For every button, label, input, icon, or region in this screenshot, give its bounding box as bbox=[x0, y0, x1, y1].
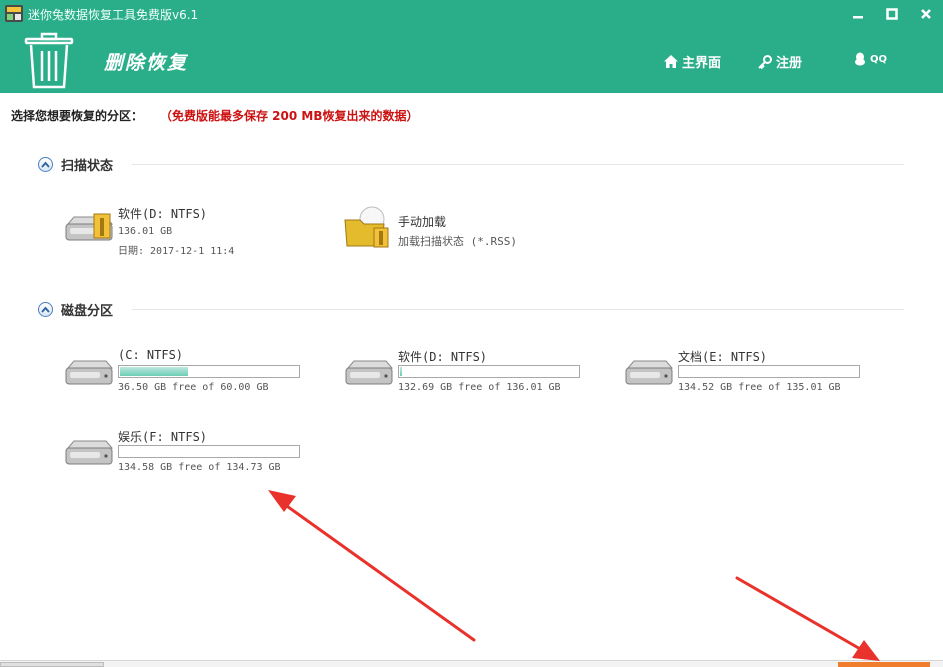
app-header: 删除恢复 主界面 注册 QQ bbox=[0, 28, 943, 93]
scan-item-size: 136.01 GB bbox=[118, 226, 173, 237]
home-icon bbox=[664, 55, 678, 68]
usage-bar-fill bbox=[120, 367, 189, 376]
partition-name: 文档(E: NTFS) bbox=[678, 350, 768, 364]
nav-register-label: 注册 bbox=[776, 56, 803, 71]
partition-name: 软件(D: NTFS) bbox=[398, 350, 488, 364]
partition-usage-bar bbox=[398, 365, 580, 378]
disk-partition-title: 磁盘分区 bbox=[61, 303, 114, 319]
partition-c[interactable]: (C: NTFS) 36.50 GB free of 60.00 GB bbox=[64, 348, 304, 393]
scan-section-collapse-toggle[interactable] bbox=[38, 156, 53, 172]
disk-section-collapse-toggle[interactable] bbox=[38, 301, 53, 317]
partition-usage-text: 134.52 GB free of 135.01 GB bbox=[678, 382, 841, 393]
partition-usage-bar bbox=[118, 445, 300, 458]
folder-with-disc-icon bbox=[344, 206, 389, 248]
key-icon bbox=[758, 54, 772, 69]
annotation-arrows bbox=[268, 490, 880, 661]
manual-load-title: 手动加载 bbox=[398, 215, 447, 229]
partition-usage-text: 134.58 GB free of 134.73 GB bbox=[118, 462, 281, 473]
scan-status-title: 扫描状态 bbox=[61, 158, 114, 174]
nav-qq-label: QQ bbox=[870, 53, 888, 65]
minimize-icon bbox=[853, 16, 863, 19]
annotation-arrow-next-button bbox=[735, 576, 880, 661]
nav-home-button[interactable]: 主界面 bbox=[664, 52, 721, 71]
next-button[interactable] bbox=[838, 662, 930, 667]
select-partition-label: 选择您想要恢复的分区： bbox=[11, 109, 144, 123]
partition-d[interactable]: 软件(D: NTFS) 132.69 GB free of 136.01 GB bbox=[344, 348, 584, 393]
hard-drive-icon bbox=[65, 440, 114, 465]
close-button[interactable] bbox=[914, 4, 938, 24]
chevron-up-icon bbox=[41, 306, 50, 313]
manual-load-desc: 加载扫描状态 (*.RSS) bbox=[398, 235, 517, 248]
hard-drive-icon bbox=[345, 360, 394, 385]
partition-e[interactable]: 文档(E: NTFS) 134.52 GB free of 135.01 GB bbox=[624, 348, 864, 393]
title-bar: 迷你兔数据恢复工具免费版v6.1 bbox=[0, 0, 943, 28]
trash-bin-icon bbox=[24, 32, 74, 89]
minimize-button[interactable] bbox=[846, 4, 870, 24]
annotation-arrow-partitions bbox=[268, 490, 476, 642]
partition-name: (C: NTFS) bbox=[118, 348, 184, 362]
partition-usage-text: 132.69 GB free of 136.01 GB bbox=[398, 382, 561, 393]
hard-drive-icon bbox=[625, 360, 674, 385]
partition-usage-bar bbox=[118, 365, 300, 378]
hard-drive-icon bbox=[65, 360, 114, 385]
chevron-up-icon bbox=[41, 161, 50, 168]
nav-home-label: 主界面 bbox=[682, 56, 722, 71]
free-version-note: （免费版能最多保存 200 MB恢复出来的数据） bbox=[160, 109, 419, 123]
nav-register-button[interactable]: 注册 bbox=[758, 52, 802, 71]
scan-item-date: 日期: 2017-12-1 11:4 bbox=[118, 246, 235, 257]
maximize-icon bbox=[886, 8, 898, 20]
partition-name: 娱乐(F: NTFS) bbox=[118, 430, 208, 444]
back-button[interactable] bbox=[0, 662, 104, 667]
nav-qq-button[interactable]: QQ bbox=[854, 52, 887, 66]
usage-bar-fill bbox=[400, 367, 403, 376]
scan-item-name: 软件(D: NTFS) bbox=[118, 207, 208, 221]
bottom-toolbar bbox=[0, 660, 943, 667]
manual-load-item[interactable]: 手动加载 加载扫描状态 (*.RSS) bbox=[344, 206, 564, 250]
maximize-button[interactable] bbox=[880, 4, 904, 24]
section-divider bbox=[132, 164, 904, 165]
close-icon bbox=[921, 9, 931, 19]
scan-state-item-d[interactable]: 软件(D: NTFS) 136.01 GB 日期: 2017-12-1 11:4 bbox=[64, 205, 284, 257]
app-logo-icon bbox=[5, 5, 23, 22]
partition-usage-bar bbox=[678, 365, 860, 378]
window-title: 迷你兔数据恢复工具免费版v6.1 bbox=[28, 8, 199, 22]
scan-status-section-header: 扫描状态 bbox=[38, 155, 114, 174]
partition-f[interactable]: 娱乐(F: NTFS) 134.58 GB free of 134.73 GB bbox=[64, 428, 304, 473]
disk-partition-section-header: 磁盘分区 bbox=[38, 300, 114, 319]
qq-penguin-icon bbox=[855, 52, 865, 66]
drive-with-folder-icon bbox=[65, 213, 114, 241]
partition-usage-text: 36.50 GB free of 60.00 GB bbox=[118, 382, 269, 393]
app-name: 删除恢复 bbox=[104, 52, 189, 74]
section-divider bbox=[132, 309, 904, 310]
